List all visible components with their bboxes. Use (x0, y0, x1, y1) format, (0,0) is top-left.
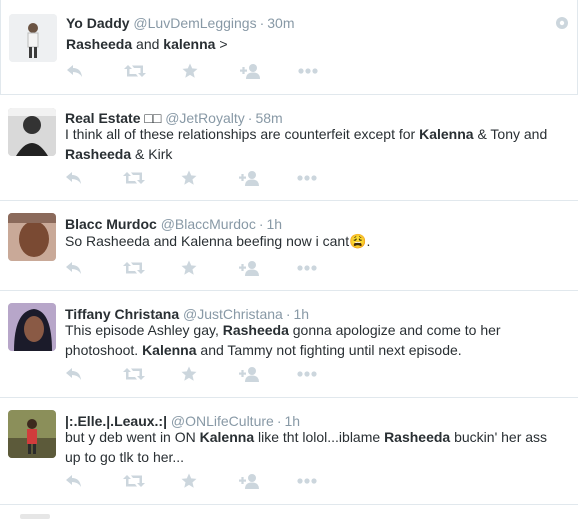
retweet-icon[interactable] (124, 62, 182, 80)
text-segment: & Kirk (131, 146, 173, 162)
highlighted-keyword: Kalenna (199, 429, 255, 445)
emoji: 😩 (349, 233, 367, 249)
reply-icon[interactable] (65, 259, 123, 277)
tweet-actions (66, 61, 356, 81)
tweet-text: I think all of these relationships are c… (65, 124, 565, 164)
tweet[interactable]: |:.Elle.|.Leaux.:| @ONLifeCulture · 1h but… (0, 398, 578, 505)
highlighted-keyword: Rasheeda (66, 36, 133, 52)
more-icon[interactable] (297, 169, 355, 187)
favorite-icon[interactable] (181, 365, 239, 383)
gear-icon[interactable] (555, 16, 569, 30)
tweet-actions (65, 471, 355, 491)
text-segment: but y deb went in ON (65, 429, 200, 445)
retweet-icon[interactable] (123, 169, 181, 187)
text-segment: . (366, 233, 371, 249)
display-name[interactable]: Yo Daddy (66, 15, 130, 31)
more-icon[interactable] (297, 365, 355, 383)
more-icon[interactable] (297, 472, 355, 490)
highlighted-keyword: Rasheeda (384, 429, 451, 445)
timestamp[interactable]: 1h (267, 216, 283, 232)
favorite-icon[interactable] (181, 472, 239, 490)
tweet[interactable]: Real Estate □□ @JetRoyalty · 58m I think a… (0, 95, 578, 201)
text-segment: & Tony and (473, 126, 548, 142)
retweet-icon[interactable] (123, 259, 181, 277)
more-icon[interactable] (297, 259, 355, 277)
username[interactable]: @BlaccMurdoc (161, 216, 256, 232)
text-segment: I think all of these relationships are c… (65, 126, 420, 142)
avatar[interactable] (9, 14, 57, 62)
next-tweet-avatar (20, 514, 50, 519)
tweet-header: Yo Daddy @LuvDemLeggings · 30m (66, 14, 295, 32)
text-segment: So Rasheeda and Kalenna beefing now i ca… (65, 233, 350, 249)
reply-icon[interactable] (65, 365, 123, 383)
text-segment: > (215, 36, 228, 52)
text-segment: and Tammy not fighting until next episod… (196, 342, 462, 358)
follow-icon[interactable] (239, 259, 297, 277)
follow-icon[interactable] (239, 365, 297, 383)
highlighted-keyword: Rasheeda (222, 322, 289, 338)
avatar[interactable] (8, 108, 56, 156)
avatar[interactable] (8, 410, 56, 458)
highlighted-keyword: Rasheeda (65, 146, 132, 162)
timestamp[interactable]: 30m (267, 15, 294, 31)
highlighted-keyword: Kalenna (142, 342, 197, 358)
tweet-actions (65, 258, 355, 278)
separator: · (259, 15, 265, 31)
tweet-actions (65, 364, 355, 384)
highlighted-keyword: Kalenna (419, 126, 474, 142)
avatar[interactable] (8, 303, 56, 351)
retweet-icon[interactable] (123, 472, 181, 490)
display-name[interactable]: Blacc Murdoc (65, 216, 157, 232)
favorite-icon[interactable] (181, 259, 239, 277)
text-segment: like tht lolol...iblame (254, 429, 385, 445)
highlighted-keyword: kalenna (163, 36, 216, 52)
text-segment: and (132, 36, 164, 52)
reply-icon[interactable] (65, 169, 123, 187)
tweet[interactable]: Blacc Murdoc @BlaccMurdoc · 1h So Rasheeda… (0, 201, 578, 291)
favorite-icon[interactable] (182, 62, 240, 80)
follow-icon[interactable] (239, 169, 297, 187)
tweet-text: but y deb went in ON Kalenna like tht lo… (65, 427, 565, 467)
tweet-actions (65, 168, 355, 188)
tweet[interactable]: Tiffany Christana @JustChristana · 1h This… (0, 291, 578, 398)
more-icon[interactable] (298, 62, 356, 80)
follow-icon[interactable] (240, 62, 298, 80)
tweet[interactable]: Yo Daddy @LuvDemLeggings · 30m Rasheeda an… (0, 0, 578, 95)
reply-icon[interactable] (66, 62, 124, 80)
avatar[interactable] (8, 213, 56, 261)
reply-icon[interactable] (65, 472, 123, 490)
tweet-text: Rasheeda and kalenna > (66, 34, 566, 54)
favorite-icon[interactable] (181, 169, 239, 187)
tweet-text: So Rasheeda and Kalenna beefing now i ca… (65, 231, 565, 251)
retweet-icon[interactable] (123, 365, 181, 383)
text-segment: This episode Ashley gay, (65, 322, 223, 338)
separator: · (258, 216, 264, 232)
follow-icon[interactable] (239, 472, 297, 490)
username[interactable]: @LuvDemLeggings (133, 15, 256, 31)
tweet-text: This episode Ashley gay, Rasheeda gonna … (65, 320, 565, 360)
